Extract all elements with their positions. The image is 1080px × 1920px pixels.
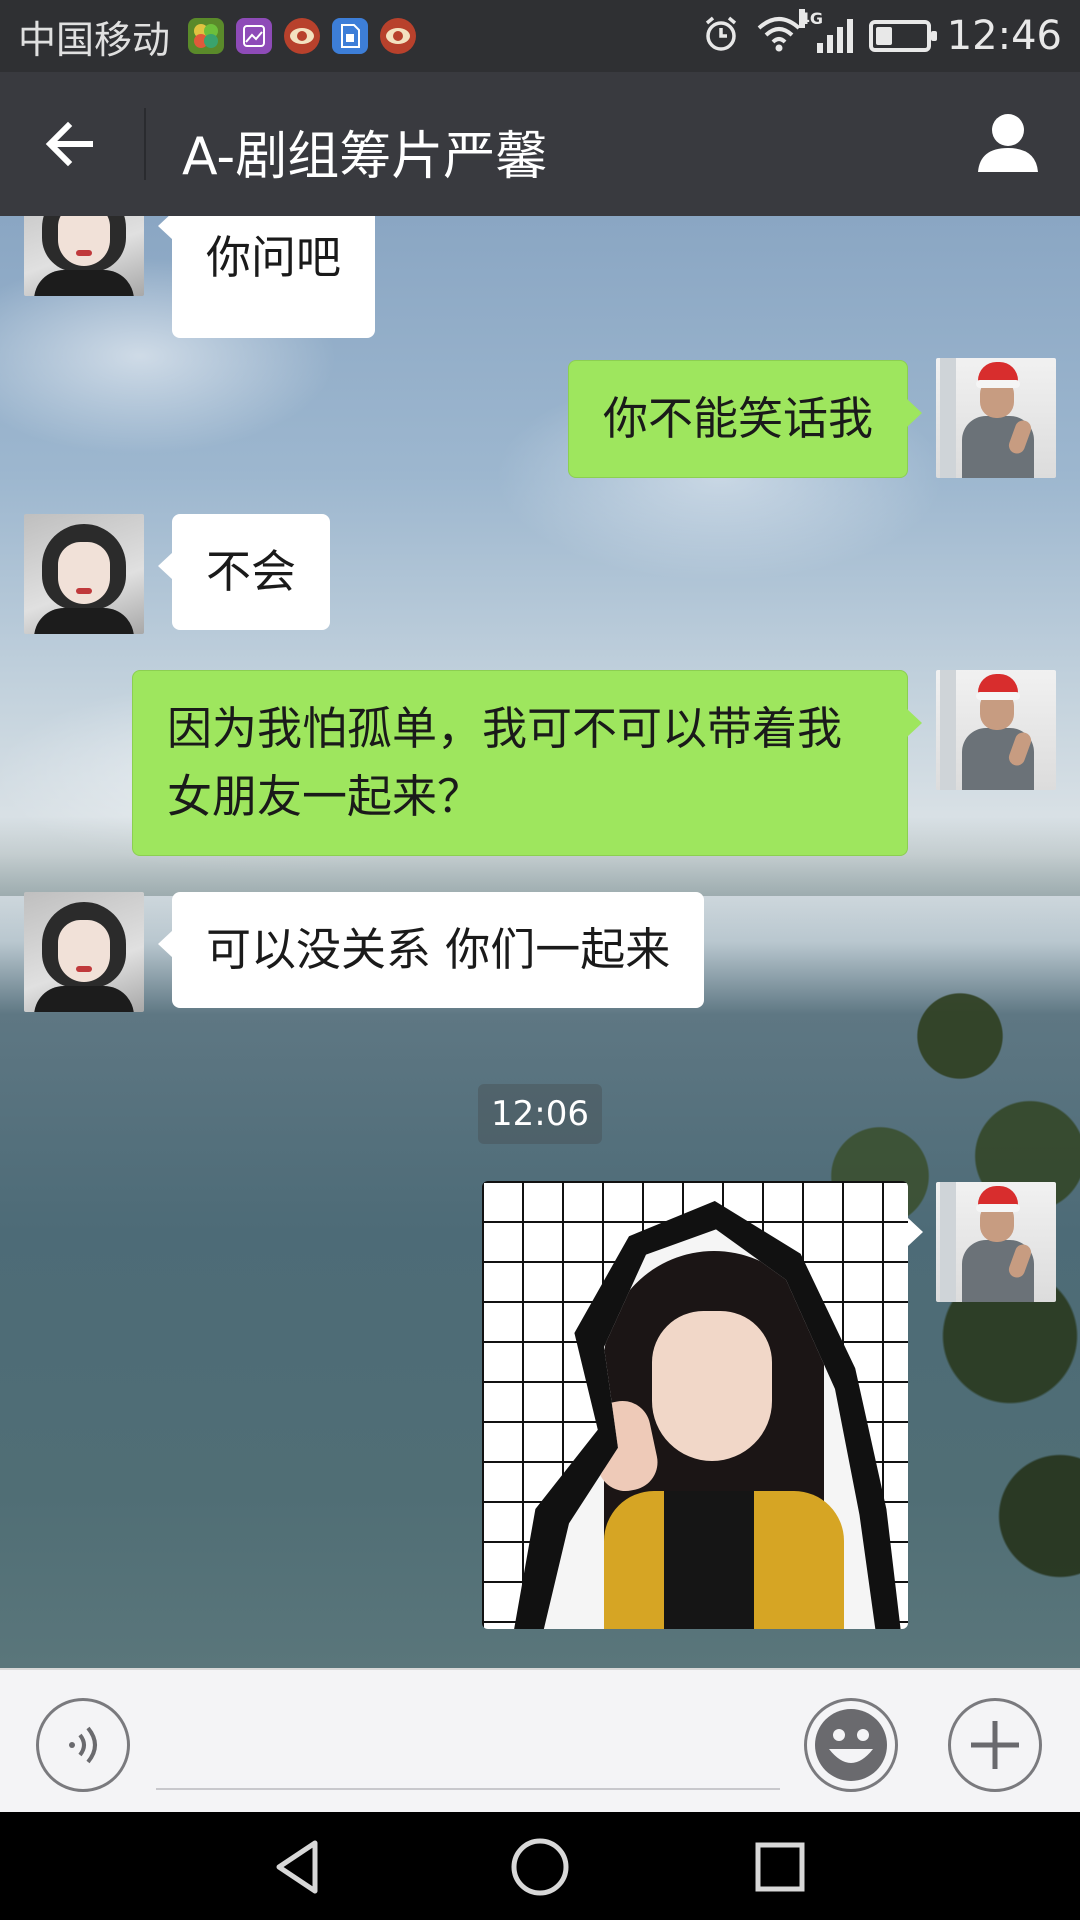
message-text: 可以没关系 你们一起来 — [206, 923, 671, 976]
input-bar — [0, 1668, 1080, 1812]
message-text: 你问吧 — [206, 231, 342, 284]
sim-app-icon — [332, 18, 369, 54]
contact-avatar[interactable] — [24, 892, 144, 1012]
clover-app-icon — [188, 18, 225, 54]
status-time: 12:46 — [946, 13, 1062, 59]
status-bar: 中国移动 4G 12:46 — [0, 0, 1080, 72]
battery-fill — [875, 27, 892, 45]
arrow-left-icon — [45, 121, 93, 167]
back-button[interactable] — [40, 114, 100, 174]
emoji-icon — [815, 1709, 887, 1781]
message-text: 因为我怕孤单，我可不可以带着我女朋友一起来？ — [167, 702, 843, 823]
nav-recents-button[interactable] — [745, 1832, 815, 1902]
message-text: 不会 — [206, 545, 297, 598]
message-bubble-out[interactable]: 你不能笑话我 — [567, 360, 923, 478]
contact-avatar[interactable] — [24, 514, 144, 634]
message-image[interactable] — [482, 1181, 908, 1629]
more-button[interactable] — [948, 1698, 1042, 1792]
message-input[interactable] — [156, 1788, 780, 1790]
square-recents-icon — [755, 1842, 805, 1892]
triangle-back-icon — [276, 1840, 318, 1894]
chat-header: A-剧组筹片严馨 — [0, 72, 1080, 216]
eye-app-icon — [380, 18, 417, 54]
emoji-button[interactable] — [804, 1698, 898, 1792]
my-avatar[interactable] — [936, 358, 1056, 478]
chat-info-button[interactable] — [972, 108, 1044, 180]
message-bubble-in[interactable]: 可以没关系 你们一起来 — [157, 892, 705, 1008]
signal-icon: 4G — [798, 9, 853, 53]
circle-home-icon — [511, 1838, 569, 1896]
my-avatar[interactable] — [936, 670, 1056, 790]
chat-area[interactable]: 你问吧 你不能笑话我 不会 因为我怕孤单，我可不可以带着我女朋友一起来？ 可以没… — [0, 216, 1080, 1668]
carrier-label: 中国移动 — [18, 17, 171, 62]
message-text: 你不能笑话我 — [602, 392, 873, 445]
navigation-bar — [0, 1812, 1080, 1920]
voice-button[interactable] — [36, 1698, 130, 1792]
timestamp: 12:06 — [478, 1084, 602, 1144]
image-bubble-tail — [908, 1218, 923, 1246]
alarm-icon — [701, 14, 741, 58]
person-icon — [978, 114, 1038, 172]
plus-icon — [971, 1721, 1019, 1769]
network-type-label: 4G — [798, 9, 823, 28]
message-bubble-out[interactable]: 因为我怕孤单，我可不可以带着我女朋友一起来？ — [132, 670, 922, 856]
photo-person — [541, 1229, 877, 1629]
wifi-icon — [757, 16, 801, 56]
nav-back-button[interactable] — [264, 1832, 334, 1902]
my-avatar[interactable] — [936, 1182, 1056, 1302]
message-bubble-in[interactable]: 不会 — [157, 514, 331, 630]
voice-icon — [69, 1726, 97, 1764]
eye-app-icon — [284, 18, 321, 54]
battery-icon — [868, 20, 937, 52]
header-divider — [144, 108, 146, 180]
chat-title: A-剧组筹片严馨 — [182, 127, 548, 187]
contact-avatar[interactable] — [24, 216, 144, 296]
gallery-app-icon — [236, 18, 273, 54]
message-bubble-in[interactable]: 你问吧 — [157, 216, 376, 338]
nav-home-button[interactable] — [505, 1832, 575, 1902]
